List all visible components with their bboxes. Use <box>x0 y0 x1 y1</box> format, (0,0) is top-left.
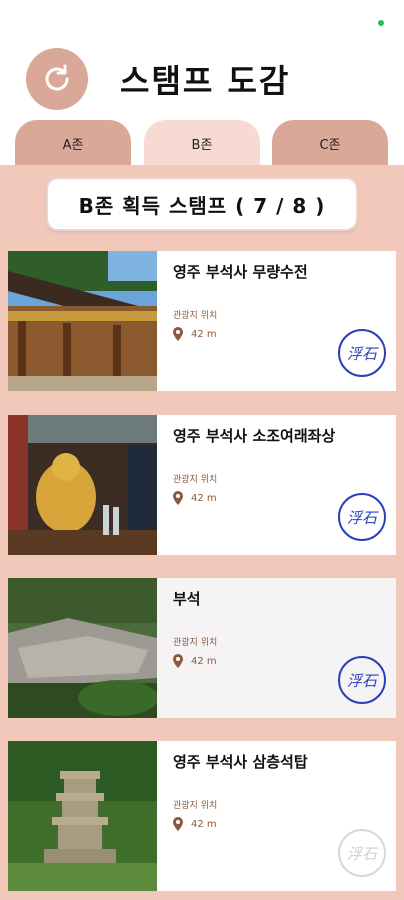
distance-value: 42 m <box>191 328 217 340</box>
status-indicator <box>378 20 384 26</box>
spot-name: 영주 부석사 소조여래좌상 <box>173 427 336 445</box>
stamp-icon: 浮石 <box>338 493 386 541</box>
refresh-button[interactable] <box>26 48 88 110</box>
location-label: 관광지 위치 <box>173 801 218 811</box>
distance-value: 42 m <box>191 655 217 667</box>
zone-tabs: A존 B존 C존 <box>0 120 404 166</box>
location-pin-icon <box>173 817 183 831</box>
distance-value: 42 m <box>191 818 217 830</box>
spot-photo <box>8 415 157 555</box>
spot-name: 영주 부석사 무량수전 <box>173 263 308 281</box>
stamp-card[interactable]: 영주 부석사 삼층석탑 관광지 위치 42 m 浮石 <box>8 741 396 891</box>
stamp-count-label: B존 획득 스탬프 ( 7 / 8 ) <box>48 179 356 229</box>
tab-zone-c[interactable]: C존 <box>272 120 388 166</box>
location-label: 관광지 위치 <box>173 311 218 321</box>
location-label: 관광지 위치 <box>173 475 218 485</box>
page-title: 스탬프 도감 <box>120 62 291 100</box>
stamp-icon: 浮石 <box>338 329 386 377</box>
location-pin-icon <box>173 491 183 505</box>
stamp-list-panel: B존 획득 스탬프 ( 7 / 8 ) 영주 부석사 무량수전 관광지 위치 4… <box>0 165 404 900</box>
header: 스탬프 도감 <box>0 48 404 112</box>
stamp-icon: 浮石 <box>338 829 386 877</box>
spot-name: 영주 부석사 삼층석탑 <box>173 753 308 771</box>
refresh-icon <box>45 64 69 91</box>
location-pin-icon <box>173 327 183 341</box>
tab-zone-a[interactable]: A존 <box>15 120 131 166</box>
stamp-card[interactable]: 영주 부석사 소조여래좌상 관광지 위치 42 m 浮石 <box>8 415 396 555</box>
stamp-card[interactable]: 영주 부석사 무량수전 관광지 위치 42 m 浮石 <box>8 251 396 391</box>
location-pin-icon <box>173 654 183 668</box>
spot-photo <box>8 578 157 718</box>
distance-value: 42 m <box>191 492 217 504</box>
tab-zone-b[interactable]: B존 <box>144 120 260 166</box>
stamp-icon: 浮石 <box>338 656 386 704</box>
spot-photo <box>8 741 157 891</box>
spot-photo <box>8 251 157 391</box>
stamp-card[interactable]: 부석 관광지 위치 42 m 浮石 <box>8 578 396 718</box>
spot-name: 부석 <box>173 590 201 608</box>
location-label: 관광지 위치 <box>173 638 218 648</box>
